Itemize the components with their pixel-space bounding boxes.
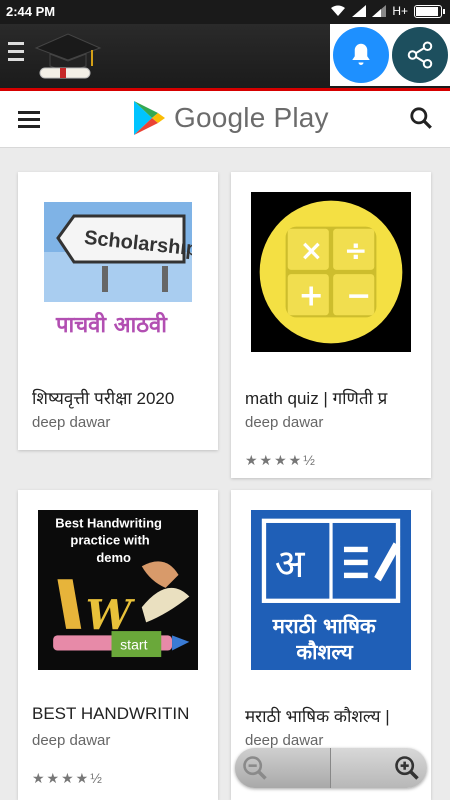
wifi-icon	[331, 5, 346, 16]
share-icon	[407, 41, 433, 69]
thumbnail-letter: अ	[275, 542, 306, 587]
app-thumbnail: × ÷ + −	[251, 192, 411, 352]
app-title: शिष्यवृत्ती परीक्षा 2020	[32, 389, 175, 408]
app-title: मराठी भाषिक कौशल्य |	[245, 707, 390, 726]
thumbnail-button: start	[120, 636, 147, 652]
app-card[interactable]: Best Handwriting practice with demo W st…	[18, 490, 218, 800]
app-card[interactable]: Scholarship पाचवी आठवी शिष्यवृत्ती परीक्…	[18, 172, 218, 450]
bell-icon	[352, 43, 370, 65]
app-developer: deep dawar	[32, 732, 111, 749]
app-title: BEST HANDWRITIN	[32, 704, 190, 723]
svg-text:+: +	[299, 279, 324, 314]
app-thumbnail: Best Handwriting practice with demo W st…	[38, 510, 198, 670]
zoom-in-icon	[395, 756, 419, 780]
zoom-control	[235, 748, 427, 788]
zoom-out-icon	[243, 756, 267, 780]
thumbnail-line: मराठी भाषिक	[272, 614, 377, 638]
signal-icon	[352, 5, 367, 17]
battery-icon	[414, 4, 445, 18]
brand-text: Google Play	[174, 102, 329, 133]
signal-icon	[372, 5, 387, 17]
app-rating: ★★★★½	[245, 452, 317, 468]
svg-text:−: −	[346, 279, 371, 314]
search-icon[interactable]	[408, 105, 434, 131]
notification-button[interactable]	[333, 27, 389, 83]
google-play-logo: Google Play	[132, 99, 329, 137]
thumbnail-line: Best Handwriting	[55, 515, 162, 530]
app-developer: deep dawar	[245, 732, 324, 749]
status-time: 2:44 PM	[6, 4, 56, 19]
play-menu-icon[interactable]	[18, 111, 40, 132]
thumbnail-line: कौशल्य	[295, 640, 353, 664]
network-type: H+	[392, 4, 408, 18]
zoom-out-button[interactable]	[235, 748, 331, 788]
app-bar	[0, 24, 450, 91]
app-developer: deep dawar	[245, 414, 324, 431]
play-triangle-icon	[134, 101, 165, 135]
status-icons: H+	[330, 4, 445, 18]
thumbnail-line: demo	[96, 550, 131, 565]
status-bar: 2:44 PM H+	[0, 0, 450, 24]
thumbnail-caption: पाचवी आठवी	[55, 311, 168, 338]
app-card[interactable]: × ÷ + − math quiz | गणिती प्र deep dawar…	[231, 172, 431, 478]
play-header: Google Play	[0, 91, 450, 148]
share-button[interactable]	[392, 27, 448, 83]
app-thumbnail: अ मराठी भाषिक कौशल्य	[251, 510, 411, 670]
zoom-in-button[interactable]	[331, 748, 427, 788]
svg-text:×: ×	[300, 234, 324, 267]
thumbnail-line: practice with	[70, 533, 149, 548]
action-area	[330, 24, 450, 86]
hamburger-icon[interactable]	[8, 42, 24, 66]
graduation-cap-icon	[34, 33, 102, 79]
svg-text:÷: ÷	[344, 234, 368, 267]
app-thumbnail: Scholarship पाचवी आठवी	[44, 202, 192, 338]
app-developer: deep dawar	[32, 414, 111, 431]
app-title: math quiz | गणिती प्र	[245, 389, 388, 408]
app-rating: ★★★★½	[32, 770, 104, 786]
